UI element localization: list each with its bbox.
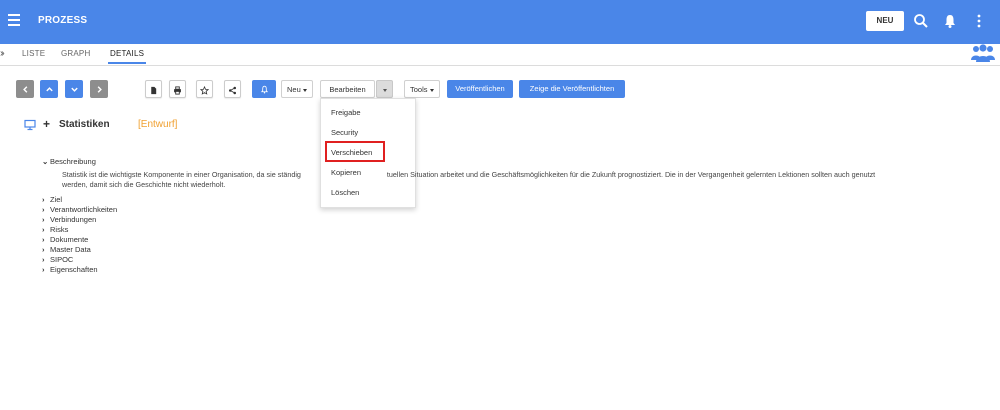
section-label: Master Data <box>50 245 91 254</box>
new-button[interactable]: NEU <box>866 11 904 31</box>
document-icon <box>151 86 157 94</box>
bell-outline-icon <box>260 85 268 93</box>
chevron-right-icon: › <box>42 245 45 254</box>
page-title: PROZESS <box>38 15 88 26</box>
section-label: Verbindungen <box>50 215 97 224</box>
favorite-button[interactable] <box>196 80 213 98</box>
bell-icon[interactable] <box>942 13 958 29</box>
section-sipoc[interactable]: › SIPOC <box>42 255 73 264</box>
tools-dropdown-button[interactable]: Tools <box>404 80 440 98</box>
first-record-button[interactable] <box>16 80 34 98</box>
section-label: Dokumente <box>50 235 89 244</box>
section-label: Ziel <box>50 195 63 204</box>
tab-bar: ›› LISTE GRAPH DETAILS <box>0 44 1000 66</box>
print-icon <box>174 85 181 95</box>
edit-dropdown-toggle[interactable] <box>376 80 393 98</box>
section-eigenschaften[interactable]: › Eigenschaften <box>42 265 98 274</box>
print-button[interactable] <box>169 80 186 98</box>
chevron-right-icon: › <box>42 235 45 244</box>
chevron-right-icon: › <box>42 255 45 264</box>
document-button[interactable] <box>145 80 162 98</box>
edit-button[interactable]: Bearbeiten <box>320 80 375 98</box>
chevron-right-icon: › <box>42 195 45 204</box>
description-text: Statistik ist die wichtigste Komponente … <box>62 170 962 190</box>
share-icon <box>228 86 237 94</box>
last-record-button[interactable] <box>90 80 108 98</box>
caret-down-icon <box>302 88 307 92</box>
previous-record-button[interactable] <box>40 80 58 98</box>
tab-liste[interactable]: LISTE <box>22 49 45 58</box>
new-dropdown-button[interactable]: Neu <box>281 80 313 98</box>
tab-details[interactable]: DETAILS <box>107 49 147 64</box>
section-ziel[interactable]: › Ziel <box>42 195 62 204</box>
description-line-2: tuellen Situation arbeitet und die Gesch… <box>386 170 876 179</box>
notification-button[interactable] <box>252 80 276 98</box>
section-risks[interactable]: › Risks <box>42 225 68 234</box>
next-record-button[interactable] <box>65 80 83 98</box>
menu-item-freigabe[interactable]: Freigabe <box>331 108 361 117</box>
chevron-right-icon: › <box>42 265 45 274</box>
share-button[interactable] <box>224 80 241 98</box>
tab-graph[interactable]: GRAPH <box>61 49 90 58</box>
chevron-down-icon <box>70 87 78 92</box>
edit-dropdown-menu: Freigabe Security Verschieben Kopieren L… <box>320 98 416 208</box>
hamburger-menu-icon[interactable] <box>8 14 20 28</box>
section-label: Risks <box>50 225 69 234</box>
section-dokumente[interactable]: › Dokumente <box>42 235 88 244</box>
section-label: Beschreibung <box>50 157 96 166</box>
status-badge: [Entwurf] <box>138 119 178 130</box>
section-master-data[interactable]: › Master Data <box>42 245 91 254</box>
chevron-left-icon <box>22 85 27 93</box>
menu-item-security[interactable]: Security <box>331 128 358 137</box>
section-label: SIPOC <box>50 255 74 264</box>
chevron-right-icon: › <box>42 205 45 214</box>
chevron-down-icon: ⌄ <box>42 157 49 166</box>
section-label: Eigenschaften <box>50 265 98 274</box>
users-icon[interactable] <box>970 43 996 63</box>
more-vertical-icon[interactable] <box>971 13 987 29</box>
section-verantwortlichkeiten[interactable]: › Verantwortlichkeiten <box>42 205 117 214</box>
monitor-icon <box>24 119 36 131</box>
caret-down-icon <box>429 88 434 92</box>
object-name: Statistiken <box>59 119 110 130</box>
section-beschreibung[interactable]: ⌄ Beschreibung <box>42 157 96 166</box>
search-icon[interactable] <box>913 13 929 29</box>
description-line-3: werden, damit sich die Geschichte nicht … <box>62 180 226 189</box>
expand-sidebar-icon[interactable]: ›› <box>0 48 4 59</box>
star-icon <box>199 85 210 95</box>
expand-plus-icon[interactable]: + <box>43 117 50 131</box>
publish-button[interactable]: Veröffentlichen <box>447 80 513 98</box>
tools-dropdown-label: Tools <box>410 85 428 94</box>
app-header: PROZESS NEU <box>0 0 1000 44</box>
description-line-1: Statistik ist die wichtigste Komponente … <box>62 170 301 179</box>
chevron-right-icon: › <box>42 225 45 234</box>
chevron-right-icon <box>97 85 102 93</box>
highlight-box <box>325 141 385 162</box>
chevron-up-icon <box>45 86 53 91</box>
section-label: Verantwortlichkeiten <box>50 205 118 214</box>
chevron-right-icon: › <box>42 215 45 224</box>
show-published-button[interactable]: Zeige die Veröffentlichten <box>519 80 625 98</box>
caret-down-icon <box>382 88 387 92</box>
new-dropdown-label: Neu <box>287 85 301 94</box>
section-verbindungen[interactable]: › Verbindungen <box>42 215 96 224</box>
